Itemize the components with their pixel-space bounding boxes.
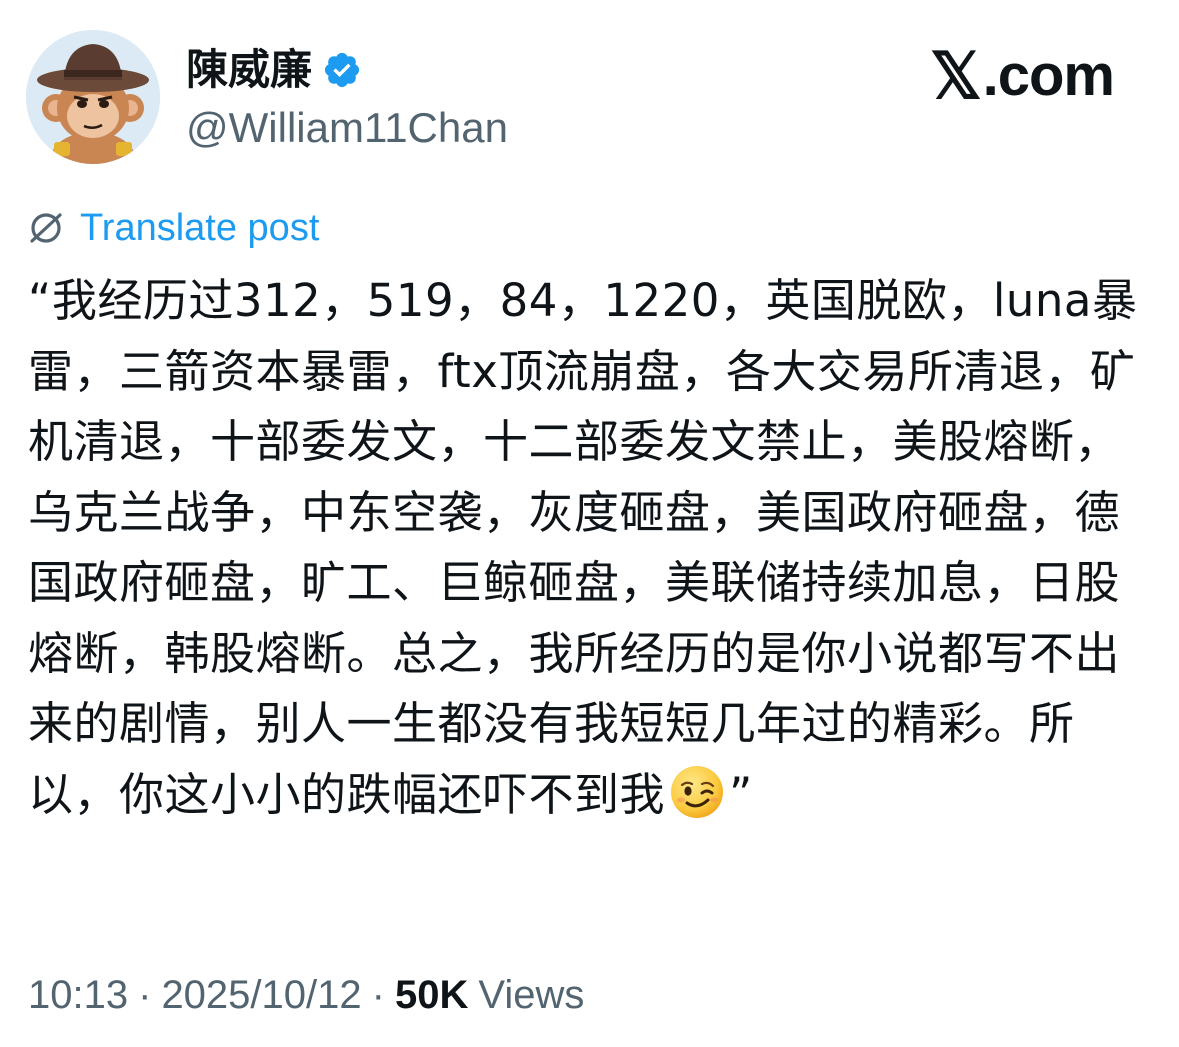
user-handle[interactable]: @William11Chan bbox=[186, 102, 508, 154]
post-text: “我经历过312，519，84，1220，英国脱欧，luna暴雷，三箭资本暴雷，… bbox=[28, 274, 1138, 821]
name-row: 陳威廉 bbox=[186, 44, 362, 96]
post-date[interactable]: 2025/10/12 bbox=[161, 970, 361, 1020]
post-header: 陳威廉 @William11Chan 𝕏 .com bbox=[26, 30, 1156, 165]
monkey-avatar-icon bbox=[26, 30, 160, 164]
post-body: “我经历过312，519，84，1220，英国脱欧，luna暴雷，三箭资本暴雷，… bbox=[28, 266, 1153, 830]
translate-globe-icon bbox=[26, 208, 66, 248]
verified-badge-icon bbox=[322, 50, 362, 90]
meta-separator: · bbox=[138, 973, 152, 1017]
x-logo-icon: 𝕏 bbox=[930, 40, 982, 112]
views-label: Views bbox=[478, 973, 585, 1017]
winking-face-emoji-icon bbox=[667, 762, 727, 822]
display-name[interactable]: 陳威廉 bbox=[186, 44, 312, 96]
closing-quote: ” bbox=[729, 767, 753, 821]
post-metadata: 10:13 · 2025/10/12 · 50K Views bbox=[28, 970, 584, 1020]
translate-label[interactable]: Translate post bbox=[80, 205, 319, 251]
avatar[interactable] bbox=[26, 30, 160, 164]
site-domain: .com bbox=[982, 43, 1115, 108]
meta-separator: · bbox=[371, 973, 385, 1017]
translate-post-button[interactable]: Translate post bbox=[26, 205, 319, 251]
views-count[interactable]: 50K bbox=[395, 970, 468, 1020]
post-time[interactable]: 10:13 bbox=[28, 970, 128, 1020]
x-logo: 𝕏 .com bbox=[930, 40, 1115, 112]
